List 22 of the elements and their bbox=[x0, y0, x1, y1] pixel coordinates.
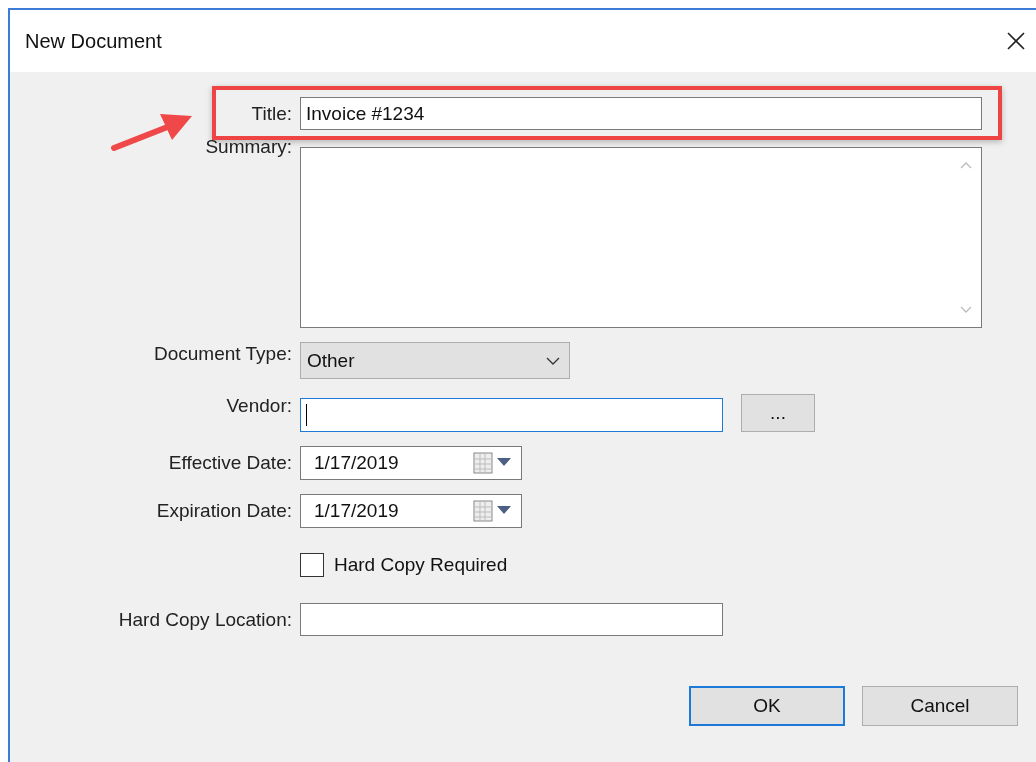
field-label: Effective Date: bbox=[168, 452, 292, 474]
checkbox-label: Hard Copy Required bbox=[334, 554, 508, 576]
close-icon[interactable] bbox=[1006, 31, 1026, 51]
field-label: Document Type: bbox=[154, 342, 292, 365]
input-field[interactable] bbox=[300, 603, 723, 636]
field-label: Expiration Date: bbox=[156, 500, 292, 522]
chevron-down-icon bbox=[545, 355, 561, 366]
field-label: Title: bbox=[251, 102, 292, 125]
field-label: Summary: bbox=[205, 136, 292, 158]
browse-button[interactable]: ... bbox=[741, 393, 815, 432]
field-label: Vendor: bbox=[226, 394, 292, 417]
date-picker[interactable]: 1/17/2019 bbox=[300, 446, 522, 480]
window-title: New Document bbox=[25, 29, 162, 53]
field-label: Hard Copy Location: bbox=[118, 608, 292, 631]
input-field[interactable]: Invoice #1234 bbox=[300, 97, 982, 130]
ok-button[interactable]: OK bbox=[689, 686, 845, 726]
date-picker[interactable]: 1/17/2019 bbox=[300, 494, 522, 528]
dropdown[interactable]: Other bbox=[300, 342, 570, 379]
field-value: Invoice #1234 bbox=[306, 102, 425, 125]
cancel-button[interactable]: Cancel bbox=[862, 686, 1018, 726]
checkbox[interactable] bbox=[300, 553, 324, 577]
input-field[interactable] bbox=[300, 398, 723, 432]
